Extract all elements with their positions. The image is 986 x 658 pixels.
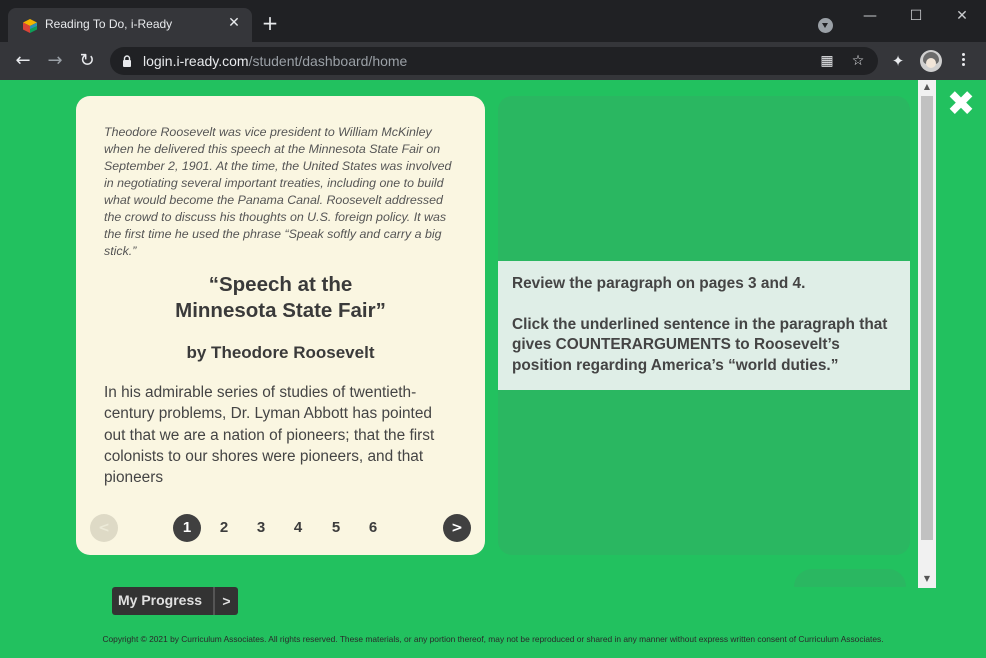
prev-page-button[interactable]: < bbox=[90, 514, 118, 542]
window-close-icon[interactable]: ✕ bbox=[950, 6, 974, 26]
minimize-icon[interactable]: — bbox=[858, 6, 882, 26]
passage-title-line2: Minnesota State Fair” bbox=[175, 299, 386, 322]
passage-body: In his admirable series of studies of tw… bbox=[104, 384, 435, 487]
scroll-down-icon[interactable]: ▼ bbox=[918, 572, 936, 586]
url-host: login.i-ready.com bbox=[143, 53, 249, 69]
page-1-button[interactable]: 1 bbox=[173, 514, 201, 542]
reload-icon[interactable]: ↻ bbox=[76, 50, 98, 72]
profile-avatar[interactable] bbox=[920, 50, 942, 72]
page-3-button[interactable]: 3 bbox=[247, 514, 275, 542]
chevron-right-icon: > bbox=[213, 587, 238, 615]
extensions-icon[interactable]: ✦ bbox=[889, 52, 907, 70]
new-tab-icon[interactable]: + bbox=[260, 13, 280, 33]
more-vert-icon[interactable] bbox=[958, 51, 968, 71]
next-panel-peek bbox=[794, 569, 906, 587]
page-5-button[interactable]: 5 bbox=[322, 514, 350, 542]
browser-toolbar: ← → ↻ login.i-ready.com/student/dashboar… bbox=[0, 42, 986, 80]
tab-close-icon[interactable]: ✕ bbox=[226, 15, 242, 31]
url-text: login.i-ready.com/student/dashboard/home bbox=[143, 53, 407, 69]
copyright-text: Copyright © 2021 by Curriculum Associate… bbox=[102, 634, 884, 644]
passage-author: by Theodore Roosevelt bbox=[186, 343, 375, 362]
page-2-button[interactable]: 2 bbox=[210, 514, 238, 542]
passage-title-line1: “Speech at the bbox=[208, 273, 353, 296]
iready-favicon-icon bbox=[23, 19, 37, 33]
scroll-thumb[interactable] bbox=[921, 96, 933, 540]
passage-card: Theodore Roosevelt was vice president to… bbox=[76, 96, 485, 555]
star-icon[interactable]: ☆ bbox=[850, 53, 866, 69]
vertical-scrollbar[interactable]: ▲ ▼ bbox=[918, 80, 936, 588]
page-4-button[interactable]: 4 bbox=[284, 514, 312, 542]
scroll-up-icon[interactable]: ▲ bbox=[918, 80, 936, 94]
url-path: /student/dashboard/home bbox=[248, 53, 408, 69]
maximize-icon[interactable]: ☐ bbox=[904, 6, 928, 26]
tab-search-icon[interactable] bbox=[818, 18, 833, 33]
prompt-line-2: Click the underlined sentence in the par… bbox=[512, 315, 888, 374]
back-arrow-icon[interactable]: ← bbox=[12, 50, 34, 72]
passage-title: “Speech at the Minnesota State Fair” bbox=[76, 272, 485, 324]
address-bar[interactable]: login.i-ready.com/student/dashboard/home… bbox=[110, 47, 878, 75]
page-content: Theodore Roosevelt was vice president to… bbox=[0, 80, 986, 658]
qr-code-icon[interactable]: ▦ bbox=[819, 53, 835, 69]
browser-tab[interactable]: Reading To Do, i-Ready ✕ bbox=[8, 8, 252, 42]
page-6-button[interactable]: 6 bbox=[359, 514, 387, 542]
prompt-line-1: Review the paragraph on pages 3 and 4. bbox=[512, 275, 806, 292]
question-prompt: Review the paragraph on pages 3 and 4. C… bbox=[498, 261, 910, 390]
my-progress-label: My Progress bbox=[118, 592, 203, 608]
browser-tab-strip: Reading To Do, i-Ready ✕ + — ☐ ✕ bbox=[0, 0, 986, 42]
close-icon[interactable]: ✖ bbox=[946, 87, 976, 121]
tab-title: Reading To Do, i-Ready bbox=[45, 17, 173, 31]
forward-arrow-icon[interactable]: → bbox=[44, 50, 66, 72]
passage-intro: Theodore Roosevelt was vice president to… bbox=[104, 125, 452, 258]
my-progress-button[interactable]: My Progress > bbox=[112, 587, 238, 615]
lock-icon bbox=[123, 55, 131, 67]
next-page-button[interactable]: > bbox=[443, 514, 471, 542]
